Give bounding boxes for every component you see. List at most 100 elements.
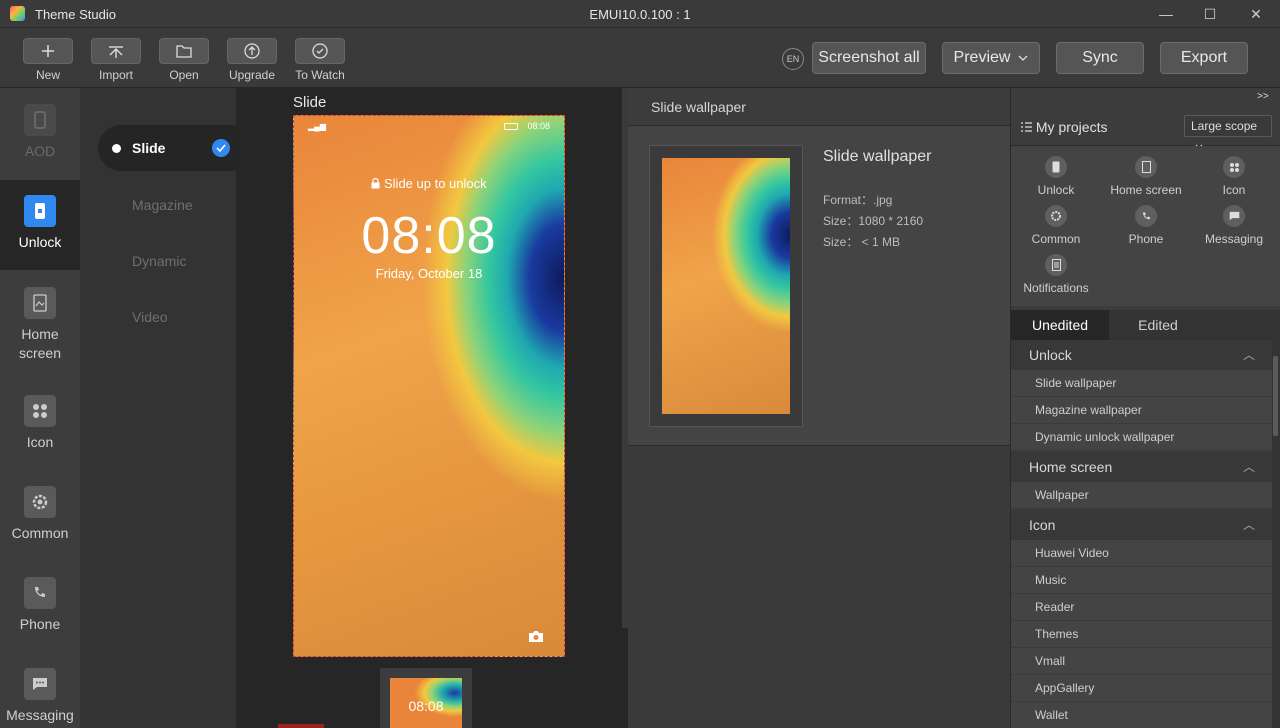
screenshot-all-button[interactable]: Screenshot all	[812, 42, 926, 74]
detail-body: Slide wallpaper Format：.jpg Size：1080 * …	[628, 126, 1010, 446]
battery-icon	[504, 123, 518, 130]
rail-label-icon: Icon	[26, 434, 54, 450]
import-button[interactable]: Import	[90, 38, 142, 82]
export-button[interactable]: Export	[1160, 42, 1248, 74]
tree-item-wallet[interactable]: Wallet	[1011, 702, 1273, 728]
detail-empty-area	[628, 446, 1010, 728]
projects-title-label: My projects	[1035, 119, 1108, 135]
submenu-item-slide[interactable]: Slide	[98, 125, 236, 171]
tab-unedited[interactable]: Unedited	[1011, 310, 1109, 340]
gear-icon	[1045, 205, 1067, 227]
preview-label: Preview	[953, 49, 1011, 66]
preview-canvas: Slide ▂▄▆ 08:08 Slide up to unlock 08:08…	[236, 88, 628, 728]
upgrade-button[interactable]: Upgrade	[226, 38, 278, 82]
rail-item-home-screen[interactable]: Home screen	[0, 271, 80, 361]
lock-icon	[371, 177, 380, 189]
tree-item-magazine-wallpaper[interactable]: Magazine wallpaper	[1011, 397, 1273, 424]
open-button[interactable]: Open	[158, 38, 210, 82]
preview-dropdown[interactable]: Preview	[942, 42, 1040, 74]
projects-grid: Unlock Home screen Icon Common Phone Mes…	[1011, 146, 1280, 306]
tree-group-home-screen[interactable]: Home screen ︿	[1011, 452, 1273, 482]
project-icon[interactable]: Icon	[1189, 156, 1279, 197]
wallpaper-title: Slide wallpaper	[823, 148, 932, 165]
submenu-label-slide: Slide	[132, 140, 166, 156]
lock-date: Friday, October 18	[375, 266, 483, 281]
scope-label: Large scope	[1191, 119, 1258, 133]
rail-item-common[interactable]: Common	[0, 470, 80, 560]
tree-group-icon[interactable]: Icon ︿	[1011, 510, 1273, 540]
tree-item-wallpaper[interactable]: Wallpaper	[1011, 482, 1273, 509]
tree-item-dynamic-unlock-wallpaper[interactable]: Dynamic unlock wallpaper	[1011, 424, 1273, 451]
wallpaper-size: Size：1080 * 2160	[823, 214, 924, 228]
expand-panel-button[interactable]: >>	[1257, 91, 1269, 102]
tree-group-label-home-screen: Home screen	[1029, 459, 1113, 475]
chevron-up-icon: ︿	[1242, 348, 1255, 362]
to-watch-button[interactable]: To Watch	[294, 38, 346, 82]
tree-item-huawei-video[interactable]: Huawei Video	[1011, 540, 1273, 567]
tree-item-vmall[interactable]: Vmall	[1011, 648, 1273, 675]
project-home-screen[interactable]: Home screen	[1101, 156, 1191, 197]
scope-dropdown[interactable]: Large scope	[1184, 115, 1272, 149]
unlock-icon	[24, 195, 56, 227]
minimize-button[interactable]: —	[1155, 4, 1177, 24]
camera-icon[interactable]	[528, 630, 544, 646]
tree-group-label-icon: Icon	[1029, 517, 1056, 533]
project-label-unlock: Unlock	[1037, 183, 1075, 197]
rail-scrollbar[interactable]	[80, 88, 88, 728]
version-label: EMUI10.0.100 : 1	[589, 7, 691, 22]
upgrade-icon	[227, 38, 277, 64]
rail-item-icon[interactable]: Icon	[0, 379, 80, 469]
projects-title: My projects	[1021, 119, 1107, 135]
close-button[interactable]: ✕	[1245, 4, 1267, 24]
open-label: Open	[169, 68, 199, 82]
tree-item-appgallery[interactable]: AppGallery	[1011, 675, 1273, 702]
wallpaper-frame[interactable]	[649, 145, 803, 427]
phone-icon	[1135, 205, 1157, 227]
title-bar: Theme Studio EMUI10.0.100 : 1 — ☐ ✕	[0, 0, 1280, 28]
project-notifications[interactable]: Notifications	[1011, 254, 1101, 295]
projects-panel: >> My projects Large scope Unlock Home s…	[1010, 88, 1280, 728]
grid-icon	[1223, 156, 1245, 178]
project-label-common: Common	[1031, 232, 1081, 246]
maximize-button[interactable]: ☐	[1199, 4, 1221, 24]
submenu-item-magazine[interactable]: Magazine	[98, 182, 236, 228]
tree-item-music[interactable]: Music	[1011, 567, 1273, 594]
tree-group-unlock[interactable]: Unlock ︿	[1011, 340, 1273, 370]
project-common[interactable]: Common	[1011, 205, 1101, 246]
project-phone[interactable]: Phone	[1101, 205, 1191, 246]
tree-item-slide-wallpaper[interactable]: Slide wallpaper	[1011, 370, 1273, 397]
project-unlock[interactable]: Unlock	[1011, 156, 1101, 197]
sync-button[interactable]: Sync	[1056, 42, 1144, 74]
tree-scrollbar-thumb[interactable]	[1273, 356, 1278, 436]
thumbnail-strip: 08:08	[380, 668, 472, 728]
rail-item-phone[interactable]: Phone	[0, 561, 80, 651]
lock-clock: 08:08	[361, 207, 497, 265]
rail-item-aod[interactable]: AOD	[0, 104, 80, 180]
phone-preview[interactable]: ▂▄▆ 08:08 Slide up to unlock 08:08 Frida…	[293, 115, 565, 657]
new-button[interactable]: New	[22, 38, 74, 82]
tree-item-themes[interactable]: Themes	[1011, 621, 1273, 648]
tab-edited[interactable]: Edited	[1109, 310, 1207, 340]
submenu-item-dynamic[interactable]: Dynamic	[98, 238, 236, 284]
toolbar: New Import Open Upgrade To Watch EN Scre…	[0, 28, 1280, 88]
thumbnail-slide[interactable]: 08:08	[390, 678, 462, 728]
submenu-item-video[interactable]: Video	[98, 294, 236, 340]
rail-item-messaging[interactable]: Messaging	[0, 652, 80, 728]
wallpaper-format: Format：.jpg	[823, 193, 893, 207]
language-toggle[interactable]: EN	[782, 48, 804, 70]
detail-panel: Slide wallpaper Slide wallpaper Format：.…	[628, 88, 1010, 728]
watch-icon	[295, 38, 345, 64]
home-screen-icon	[24, 287, 56, 319]
status-time: 08:08	[527, 121, 550, 131]
project-messaging[interactable]: Messaging	[1189, 205, 1279, 246]
unlock-icon	[1045, 156, 1067, 178]
home-screen-icon	[1135, 156, 1157, 178]
detail-header-title: Slide wallpaper	[651, 99, 746, 115]
detail-header: Slide wallpaper	[628, 88, 1010, 126]
left-rail: AOD Unlock Home screen Icon Common Phone	[0, 88, 80, 728]
edit-state-tabs: Unedited Edited	[1011, 310, 1280, 340]
tree-item-reader[interactable]: Reader	[1011, 594, 1273, 621]
rail-item-unlock[interactable]: Unlock	[0, 180, 80, 270]
project-label-notifications: Notifications	[1023, 281, 1089, 295]
selected-dot-icon	[112, 144, 121, 153]
